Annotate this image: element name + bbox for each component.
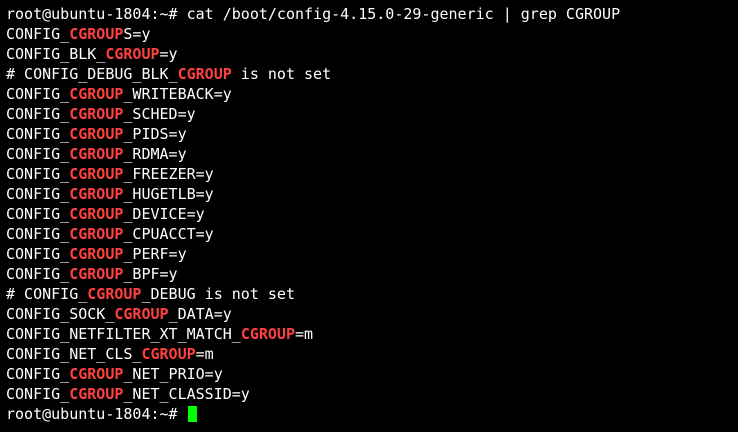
match-highlight: CGROUP — [69, 185, 124, 203]
match-highlight: CGROUP — [69, 245, 124, 263]
output-line: CONFIG_ CGROUP _DEVICE=y — [6, 204, 738, 224]
output-text: _NET_CLASSID=y — [123, 385, 250, 403]
output-text: CONFIG_ — [6, 265, 70, 283]
output-line: CONFIG_NET_CLS_ CGROUP =m — [6, 344, 738, 364]
input-line[interactable]: root@ubuntu-1804:~# — [6, 404, 738, 424]
prompt: root@ubuntu-1804:~# — [6, 405, 187, 423]
match-highlight: CGROUP — [114, 305, 169, 323]
match-highlight: CGROUP — [69, 365, 124, 383]
output-text: _RDMA=y — [123, 145, 187, 163]
output-line: CONFIG_SOCK_ CGROUP _DATA=y — [6, 304, 738, 324]
match-highlight: CGROUP — [87, 285, 142, 303]
match-highlight: CGROUP — [69, 25, 124, 43]
output-text: _SCHED=y — [123, 105, 196, 123]
output-text: # CONFIG_DEBUG_BLK_ — [6, 65, 178, 83]
output-text: CONFIG_ — [6, 245, 70, 263]
match-highlight: CGROUP — [69, 145, 124, 163]
command-text: cat /boot/config-4.15.0-29-generic | gre… — [186, 5, 621, 23]
output-text: CONFIG_ — [6, 185, 70, 203]
output-line: CONFIG_BLK_ CGROUP =y — [6, 44, 738, 64]
output-text: _DEBUG is not set — [141, 285, 295, 303]
match-highlight: CGROUP — [69, 225, 124, 243]
output-text: =m — [295, 325, 314, 343]
output-line: CONFIG_ CGROUP _BPF=y — [6, 264, 738, 284]
output-line: # CONFIG_ CGROUP _DEBUG is not set — [6, 284, 738, 304]
text-cursor — [187, 406, 197, 422]
output-text: CONFIG_ — [6, 25, 70, 43]
output-text: CONFIG_ — [6, 365, 70, 383]
output-text: CONFIG_BLK_ — [6, 45, 106, 63]
output-line: CONFIG_ CGROUP _HUGETLB=y — [6, 184, 738, 204]
output-line: # CONFIG_DEBUG_BLK_ CGROUP is not set — [6, 64, 738, 84]
output-line: CONFIG_ CGROUP _NET_CLASSID=y — [6, 384, 738, 404]
output-text: # CONFIG_ — [6, 285, 88, 303]
match-highlight: CGROUP — [141, 345, 196, 363]
output-text: _CPUACCT=y — [123, 225, 214, 243]
output-text: CONFIG_ — [6, 385, 70, 403]
output-text: =m — [195, 345, 214, 363]
output-text: _NET_PRIO=y — [123, 365, 223, 383]
output-line: CONFIG_ CGROUP _RDMA=y — [6, 144, 738, 164]
output-text: S=y — [123, 25, 151, 43]
output-line: CONFIG_ CGROUP _WRITEBACK=y — [6, 84, 738, 104]
output-line: CONFIG_NETFILTER_XT_MATCH_ CGROUP =m — [6, 324, 738, 344]
output-line: CONFIG_ CGROUP _PERF=y — [6, 244, 738, 264]
output-text: _HUGETLB=y — [123, 185, 214, 203]
match-highlight: CGROUP — [69, 385, 124, 403]
output-text: CONFIG_NET_CLS_ — [6, 345, 142, 363]
output-text: CONFIG_ — [6, 145, 70, 163]
output-text: CONFIG_NETFILTER_XT_MATCH_ — [6, 325, 241, 343]
output-text: CONFIG_ — [6, 105, 70, 123]
output-line: CONFIG_ CGROUP _PIDS=y — [6, 124, 738, 144]
output-text: CONFIG_ — [6, 165, 70, 183]
match-highlight: CGROUP — [69, 85, 124, 103]
output-text: is not set — [231, 65, 332, 83]
prompt: root@ubuntu-1804:~# — [6, 5, 187, 23]
output-text: _WRITEBACK=y — [123, 85, 232, 103]
match-highlight: CGROUP — [105, 45, 160, 63]
output-text: CONFIG_ — [6, 205, 70, 223]
match-highlight: CGROUP — [69, 165, 124, 183]
match-highlight: CGROUP — [177, 65, 232, 83]
output-line: CONFIG_ CGROUP _FREEZER=y — [6, 164, 738, 184]
output-text: =y — [159, 45, 178, 63]
output-text: _PIDS=y — [123, 125, 187, 143]
output-text: _DEVICE=y — [123, 205, 205, 223]
output-line: CONFIG_ CGROUP S=y — [6, 24, 738, 44]
match-highlight: CGROUP — [240, 325, 295, 343]
output-text: _PERF=y — [123, 245, 187, 263]
output-text: CONFIG_SOCK_ — [6, 305, 115, 323]
match-highlight: CGROUP — [69, 125, 124, 143]
match-highlight: CGROUP — [69, 265, 124, 283]
output-line: CONFIG_ CGROUP _SCHED=y — [6, 104, 738, 124]
match-highlight: CGROUP — [69, 205, 124, 223]
output-text: CONFIG_ — [6, 225, 70, 243]
output-line: CONFIG_ CGROUP _CPUACCT=y — [6, 224, 738, 244]
output-line: CONFIG_ CGROUP _NET_PRIO=y — [6, 364, 738, 384]
command-line: root@ubuntu-1804:~# cat /boot/config-4.1… — [6, 4, 738, 24]
output-text: _FREEZER=y — [123, 165, 214, 183]
match-highlight: CGROUP — [69, 105, 124, 123]
output-text: CONFIG_ — [6, 125, 70, 143]
command-output: CONFIG_ CGROUP S=y CONFIG_BLK_ CGROUP =y # CON… — [6, 24, 738, 404]
output-text: _BPF=y — [123, 265, 178, 283]
output-text: _DATA=y — [168, 305, 232, 323]
terminal-window[interactable]: root@ubuntu-1804:~# cat /boot/config-4.1… — [0, 0, 738, 432]
output-text: CONFIG_ — [6, 85, 70, 103]
